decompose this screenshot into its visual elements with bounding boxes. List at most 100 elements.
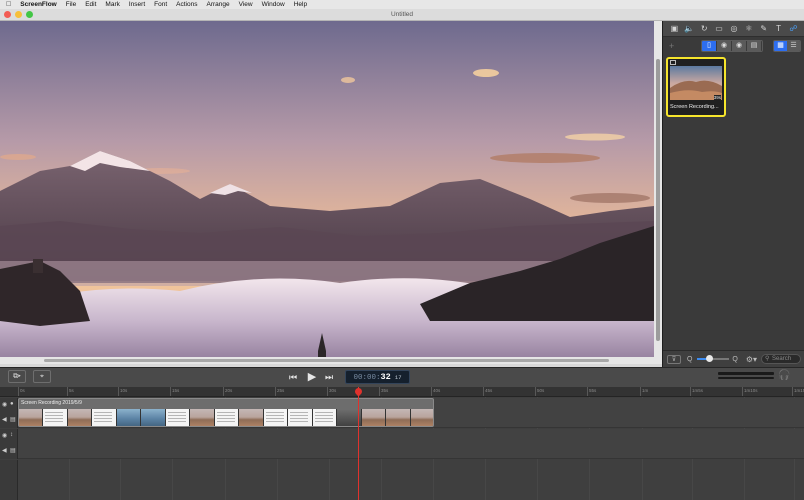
callout-icon[interactable]: ◎	[728, 23, 739, 34]
ruler-tick: 10s	[117, 387, 128, 396]
zoom-in-icon[interactable]: Q	[732, 356, 737, 363]
inspector-footer: ⊽ Q Q ⚙▾ ⚲ Search	[663, 350, 804, 367]
ruler-tick: 30s	[326, 387, 337, 396]
ruler-tick: 1m	[639, 387, 649, 396]
ruler-tick: 1m5s	[689, 387, 704, 396]
close-window-button[interactable]	[4, 11, 11, 18]
zoom-window-button[interactable]	[26, 11, 33, 18]
audio-level-meter	[718, 372, 774, 381]
menu-arrange[interactable]: Arrange	[206, 1, 229, 8]
menu-mark[interactable]: Mark	[105, 1, 119, 8]
multi-clip-icon[interactable]: ⧉▸	[8, 370, 26, 383]
menu-insert[interactable]: Insert	[129, 1, 145, 8]
ruler-tick: 20s	[222, 387, 233, 396]
window-titlebar: Untitled	[0, 9, 804, 21]
ruler-tick: 5s	[67, 387, 74, 396]
menu-file[interactable]: File	[66, 1, 76, 8]
canvas-vertical-scrollbar[interactable]	[654, 21, 662, 364]
ruler-tick: 45s	[482, 387, 493, 396]
eye-icon[interactable]: ◉	[2, 432, 7, 439]
menu-actions[interactable]: Actions	[176, 1, 197, 8]
screenflow-app: { "menubar": { "apple_icon": "apple-icon…	[0, 0, 804, 500]
crop-icon[interactable]: ⌖	[33, 370, 51, 383]
ruler-tick: 1m15s	[792, 387, 804, 396]
horizontal-scroll-thumb[interactable]	[44, 359, 609, 362]
video-properties-icon[interactable]: ▣	[669, 23, 680, 34]
grid-view-icon[interactable]: ▦	[774, 41, 787, 51]
track-options-icon[interactable]: ▤	[10, 416, 16, 423]
menu-edit[interactable]: Edit	[85, 1, 96, 8]
media-duration: 39s	[713, 95, 721, 100]
media-select-checkbox[interactable]	[670, 60, 676, 65]
timecode-seconds: 32	[380, 372, 391, 382]
clip-label: Screen Recording 2019/5/9	[21, 400, 82, 406]
ruler-tick: 0s	[18, 387, 25, 396]
menu-view[interactable]: View	[239, 1, 253, 8]
lock-icon[interactable]: ●	[10, 401, 14, 407]
menu-font[interactable]: Font	[154, 1, 167, 8]
media-library-icon[interactable]: ☍	[788, 23, 799, 34]
menu-screenflow[interactable]: ScreenFlow	[20, 1, 56, 8]
speaker-icon[interactable]: ◀	[2, 416, 7, 423]
timeline[interactable]: 0s 5s 10s 15s 20s 25s 30s 35s 40s 45s 50…	[0, 386, 804, 500]
menu-bar:  ScreenFlow File Edit Mark Insert Font …	[0, 0, 804, 9]
add-media-button[interactable]: +	[669, 41, 674, 51]
vertical-scroll-thumb[interactable]	[656, 59, 660, 341]
zoom-out-icon[interactable]: Q	[687, 356, 692, 363]
annotations-icon[interactable]: ✎	[758, 23, 769, 34]
media-item-screen-recording[interactable]: 39s Screen Recording...	[666, 57, 726, 117]
apple-icon[interactable]: 	[6, 1, 11, 8]
track-lane-2[interactable]	[18, 429, 804, 459]
inspector-toolbar: ▣ 🔈 ↻ ▭ ◎ ⚛ ✎ T ☍	[663, 21, 804, 37]
eye-icon[interactable]: ◉	[2, 401, 7, 408]
record-audio-icon[interactable]: ▤	[747, 41, 762, 51]
playhead-line	[358, 387, 359, 500]
timecode-display[interactable]: 00:00:32 17	[345, 370, 410, 384]
speaker-icon[interactable]: ◀	[2, 447, 7, 454]
ruler-tick: 15s	[169, 387, 180, 396]
gear-icon[interactable]: ⚙▾	[746, 355, 757, 364]
ruler-tick: 35s	[378, 387, 389, 396]
media-library-subbar: + ▯ ◉ ◉ ▤ ▦ ☰	[663, 38, 804, 54]
headphones-icon[interactable]: 🎧	[778, 370, 790, 381]
menu-window[interactable]: Window	[262, 1, 285, 8]
touch-callout-icon[interactable]: ⚛	[743, 23, 754, 34]
timecode-hours-minutes: 00:00:	[353, 374, 381, 382]
track-3-controls	[0, 460, 18, 500]
menu-help[interactable]: Help	[294, 1, 307, 8]
media-caption: Screen Recording...	[670, 104, 719, 110]
ruler-tick: 50s	[534, 387, 545, 396]
timeline-clip-screen-recording[interactable]: Screen Recording 2019/5/9	[18, 398, 434, 427]
preview-image	[0, 21, 654, 364]
window-title: Untitled	[390, 11, 414, 18]
track-options-icon[interactable]: ▤	[10, 447, 16, 454]
inspector-panel: ▣ 🔈 ↻ ▭ ◎ ⚛ ✎ T ☍ + ▯ ◉ ◉ ▤ ▦ ☰ 39s Scre…	[662, 21, 804, 367]
rewind-button[interactable]: ⏮	[286, 370, 300, 384]
device-icon[interactable]: ▯	[702, 41, 717, 51]
timeline-ruler[interactable]: 0s 5s 10s 15s 20s 25s 30s 35s 40s 45s 50…	[0, 387, 804, 397]
track-2-controls: ◉ ↕ ◀ ▤	[0, 429, 18, 459]
media-search-input[interactable]: ⚲ Search	[761, 354, 802, 364]
video-motion-icon[interactable]: ↻	[699, 23, 710, 34]
thumbnail-size-slider[interactable]	[697, 355, 730, 362]
ruler-tick: 55s	[586, 387, 597, 396]
record-camera-icon[interactable]: ◉	[732, 41, 747, 51]
play-button[interactable]: ▶	[305, 370, 319, 384]
clip-filmstrip	[19, 409, 433, 426]
layout-mode-segment: ▦ ☰	[773, 40, 801, 52]
lock-icon[interactable]: ↕	[10, 432, 13, 438]
fast-forward-button[interactable]: ⏭	[322, 370, 336, 384]
audio-properties-icon[interactable]: 🔈	[684, 23, 695, 34]
filter-icon[interactable]: ⊽	[667, 354, 681, 364]
list-view-icon[interactable]: ☰	[787, 41, 800, 51]
screen-recording-icon[interactable]: ▭	[714, 23, 725, 34]
timecode-frames: 17	[394, 374, 402, 381]
slider-knob[interactable]	[705, 355, 713, 362]
minimize-window-button[interactable]	[15, 11, 22, 18]
track-1-controls: ◉ ● ◀ ▤	[0, 398, 18, 428]
canvas-horizontal-scrollbar[interactable]	[0, 357, 654, 364]
preview-canvas[interactable]	[0, 21, 654, 364]
traffic-lights	[4, 11, 33, 18]
text-icon[interactable]: T	[773, 23, 784, 34]
record-screen-icon[interactable]: ◉	[717, 41, 732, 51]
